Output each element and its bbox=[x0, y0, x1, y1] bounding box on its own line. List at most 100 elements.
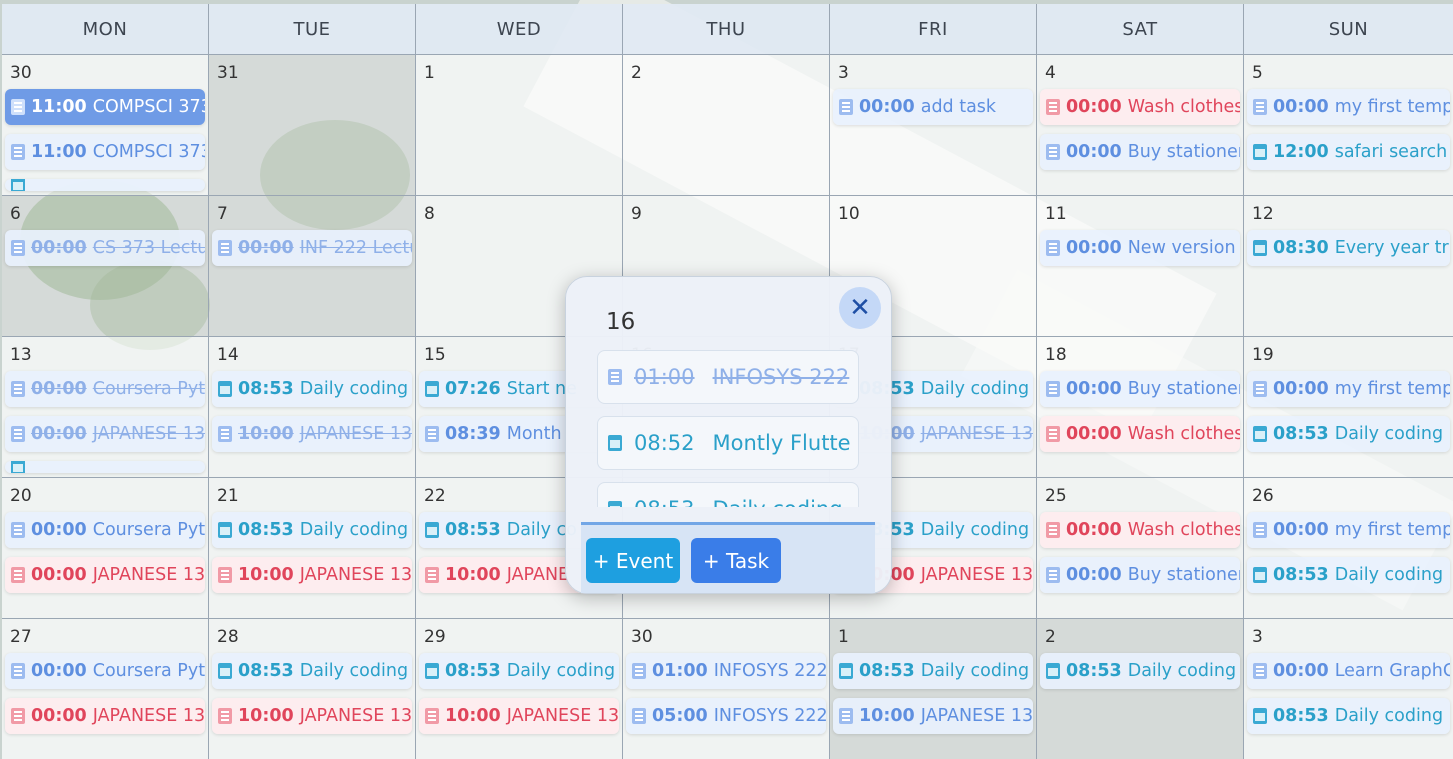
event-chip[interactable]: 08:53Daily coding bbox=[833, 653, 1033, 689]
event-chip[interactable]: 08:53Daily coding bbox=[212, 512, 412, 548]
event-chip[interactable]: 08:53Daily coding bbox=[1247, 557, 1450, 593]
event-chip[interactable]: 11:00 COMPSCI 373 bbox=[5, 134, 205, 170]
checklist-icon bbox=[218, 567, 232, 583]
event-chip[interactable]: 10:00JAPANESE 13( bbox=[212, 416, 412, 452]
event-time: 08:53 bbox=[859, 661, 915, 681]
day-cell[interactable]: 11 00:00 New version bbox=[1037, 196, 1244, 336]
day-cell[interactable]: 2 bbox=[623, 55, 830, 195]
event-chip[interactable]: 00:00 INF 222 Lectu bbox=[212, 230, 412, 266]
day-cell[interactable]: 25 00:00 Wash clothes 00:00 Buy stationer bbox=[1037, 478, 1244, 618]
day-cell[interactable]: 27 00:00 Coursera Pytl 00:00 JAPANESE 13 bbox=[2, 619, 209, 759]
event-chip[interactable]: 00:00 add task bbox=[833, 89, 1033, 125]
day-events: 00:00 Buy stationer 00:00 Wash clothes bbox=[1040, 371, 1240, 461]
event-chip[interactable]: 08:53Daily coding bbox=[419, 653, 619, 689]
event-title: COMPSCI 373 bbox=[92, 97, 205, 117]
event-time: 10:00 bbox=[445, 565, 501, 585]
day-cell[interactable]: 1 08:53 Daily coding 10:00 JAPANESE 13( bbox=[830, 619, 1037, 759]
close-icon[interactable]: ✕ bbox=[839, 287, 881, 329]
event-chip[interactable]: 00:00 JAPANESE 13 bbox=[5, 557, 205, 593]
event-title: safari search bbox=[1334, 142, 1448, 162]
event-chip[interactable]: 01:00 INFOSYS 222 bbox=[626, 653, 826, 689]
popup-event[interactable]: 08:53 Daily coding bbox=[597, 482, 859, 507]
day-cell[interactable]: 3 00:00 add task bbox=[830, 55, 1037, 195]
day-cell[interactable]: 1 bbox=[416, 55, 623, 195]
day-cell[interactable]: 14 08:53 Daily coding 10:00 JAPANESE 13( bbox=[209, 337, 416, 477]
day-cell[interactable]: 29 08:53 Daily coding 10:00 JAPANESE 13( bbox=[416, 619, 623, 759]
event-chip[interactable] bbox=[5, 461, 205, 473]
event-chip[interactable]: 00:00 Learn GraphC bbox=[1247, 653, 1450, 689]
event-chip[interactable]: 00:00 New version bbox=[1040, 230, 1240, 266]
popup-event-list[interactable]: 01:00 INFOSYS 222 08:52 Montly Flutte 08:53 D… bbox=[597, 350, 859, 507]
event-chip[interactable]: 10:00JAPANESE 13( bbox=[212, 698, 412, 734]
event-chip[interactable] bbox=[5, 179, 205, 191]
event-chip[interactable]: 00:00 Coursera Pytl bbox=[5, 512, 205, 548]
event-time: 00:00 bbox=[1066, 424, 1122, 444]
event-chip[interactable]: 05:00 INFOSYS 222 bbox=[626, 698, 826, 734]
event-chip[interactable]: 08:53Daily coding bbox=[1247, 698, 1450, 734]
event-chip[interactable]: 10:00JAPANESE 13( bbox=[833, 698, 1033, 734]
event-chip[interactable]: 00:00 Coursera Pytl bbox=[5, 371, 205, 407]
day-cell[interactable]: 31 bbox=[209, 55, 416, 195]
event-chip[interactable]: 00:00 my first temp bbox=[1247, 512, 1450, 548]
event-title: JAPANESE 13 bbox=[92, 424, 205, 444]
day-cell[interactable]: 13 00:00 Coursera Pytl 00:00 JAPANESE 13 bbox=[2, 337, 209, 477]
day-cell[interactable]: 6 00:00 CS 373 Lectu bbox=[2, 196, 209, 336]
calendar-icon bbox=[425, 381, 439, 397]
day-events: 08:53Daily coding 10:00JAPANESE 13( bbox=[212, 371, 412, 461]
event-chip[interactable]: 08:53Daily coding bbox=[1040, 653, 1240, 689]
event-chip[interactable]: 00:00 CS 373 Lectu bbox=[5, 230, 205, 266]
event-chip[interactable]: 00:00 Buy stationer bbox=[1040, 371, 1240, 407]
day-number: 18 bbox=[1045, 345, 1067, 365]
day-events: 00:00 Coursera Pytl 00:00 JAPANESE 13 bbox=[5, 653, 205, 743]
day-cell[interactable]: 5 00:00 my first temp 12:00 safari search bbox=[1244, 55, 1453, 195]
event-chip[interactable]: 00:00 JAPANESE 13 bbox=[5, 698, 205, 734]
popup-event[interactable]: 08:52 Montly Flutte bbox=[597, 416, 859, 470]
checklist-icon bbox=[1046, 567, 1060, 583]
day-cell[interactable]: 2 08:53 Daily coding bbox=[1037, 619, 1244, 759]
day-cell[interactable]: 4 00:00 Wash clothes 00:00 Buy stationer bbox=[1037, 55, 1244, 195]
event-title: Wash clothes bbox=[1127, 520, 1240, 540]
event-title: Buy stationer bbox=[1127, 142, 1240, 162]
event-chip[interactable]: 08:30 Every year tri bbox=[1247, 230, 1450, 266]
event-title: CS 373 Lectu bbox=[92, 238, 205, 258]
day-cell[interactable]: 20 00:00 Coursera Pytl 00:00 JAPANESE 13 bbox=[2, 478, 209, 618]
day-cell[interactable]: 30 11:00 COMPSCI 373 11:00 COMPSCI 373 bbox=[2, 55, 209, 195]
event-chip[interactable]: 00:00 Wash clothes bbox=[1040, 416, 1240, 452]
day-number: 31 bbox=[217, 63, 239, 83]
event-chip[interactable]: 10:00JAPANESE 13( bbox=[419, 698, 619, 734]
event-chip[interactable]: 00:00 Buy stationer bbox=[1040, 557, 1240, 593]
day-cell[interactable]: 3 00:00 Learn GraphC 08:53 Daily coding bbox=[1244, 619, 1453, 759]
event-chip[interactable]: 00:00 my first temp bbox=[1247, 371, 1450, 407]
day-cell[interactable]: 18 00:00 Buy stationer 00:00 Wash clothes bbox=[1037, 337, 1244, 477]
event-chip[interactable]: 11:00 COMPSCI 373 bbox=[5, 89, 205, 125]
event-chip[interactable]: 12:00 safari search bbox=[1247, 134, 1450, 170]
event-title: Daily coding bbox=[1334, 565, 1444, 585]
add-event-button[interactable]: + Event bbox=[586, 538, 680, 583]
day-events: 00:00 Wash clothes 00:00 Buy stationer bbox=[1040, 89, 1240, 179]
event-chip[interactable]: 00:00 JAPANESE 13 bbox=[5, 416, 205, 452]
event-title: New version bbox=[1127, 238, 1236, 258]
day-cell[interactable]: 28 08:53 Daily coding 10:00 JAPANESE 13( bbox=[209, 619, 416, 759]
day-cell[interactable]: 19 00:00 my first temp 08:53 Daily coding bbox=[1244, 337, 1453, 477]
event-chip[interactable]: 00:00 Buy stationer bbox=[1040, 134, 1240, 170]
day-cell[interactable]: 12 08:30 Every year tri bbox=[1244, 196, 1453, 336]
day-cell[interactable]: 21 08:53 Daily coding 10:00 JAPANESE 13( bbox=[209, 478, 416, 618]
day-cell[interactable]: 30 01:00 INFOSYS 222 05:00 INFOSYS 222 bbox=[623, 619, 830, 759]
checklist-icon bbox=[1046, 522, 1060, 538]
event-chip[interactable]: 00:00 my first temp bbox=[1247, 89, 1450, 125]
event-time: 01:00 bbox=[652, 661, 708, 681]
event-chip[interactable]: 08:53Daily coding bbox=[212, 653, 412, 689]
event-chip[interactable]: 10:00JAPANESE 13( bbox=[212, 557, 412, 593]
day-cell[interactable]: 7 00:00 INF 222 Lectu bbox=[209, 196, 416, 336]
popup-event[interactable]: 01:00 INFOSYS 222 bbox=[597, 350, 859, 404]
event-chip[interactable]: 00:00 Wash clothes bbox=[1040, 89, 1240, 125]
event-chip[interactable]: 08:53Daily coding bbox=[1247, 416, 1450, 452]
day-cell[interactable]: 26 00:00 my first temp 08:53 Daily coding bbox=[1244, 478, 1453, 618]
add-task-button[interactable]: + Task bbox=[691, 538, 781, 583]
event-chip[interactable]: 00:00 Coursera Pytl bbox=[5, 653, 205, 689]
event-chip[interactable]: 08:53Daily coding bbox=[212, 371, 412, 407]
event-time: 10:00 bbox=[445, 706, 501, 726]
calendar-icon bbox=[1253, 426, 1267, 442]
event-chip[interactable]: 00:00 Wash clothes bbox=[1040, 512, 1240, 548]
day-events: 00:00 New version bbox=[1040, 230, 1240, 275]
